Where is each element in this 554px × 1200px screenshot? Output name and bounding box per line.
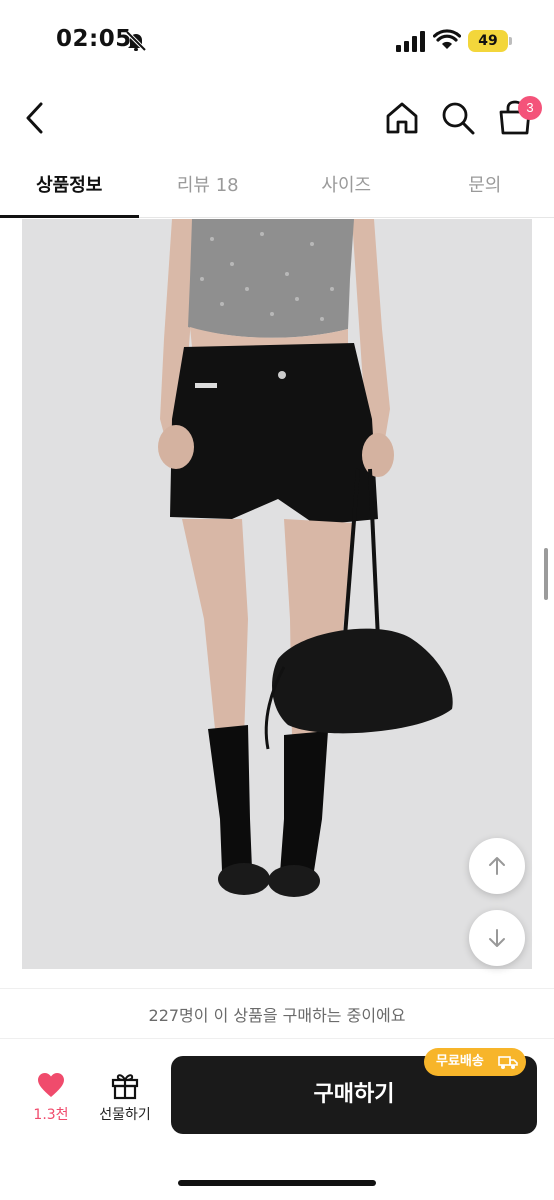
heart-icon bbox=[38, 1073, 64, 1097]
scrollbar[interactable] bbox=[544, 548, 548, 600]
product-photo-image bbox=[22, 219, 532, 969]
product-photo bbox=[22, 219, 532, 969]
truck-icon bbox=[498, 1056, 518, 1069]
home-button[interactable] bbox=[382, 98, 422, 138]
scroll-up-button[interactable] bbox=[469, 838, 525, 894]
cart-count-badge: 3 bbox=[518, 96, 542, 120]
bell-muted-icon bbox=[125, 30, 147, 52]
like-count: 1.3천 bbox=[33, 1107, 69, 1123]
arrow-down-icon bbox=[489, 929, 505, 947]
tab-reviews[interactable]: 리뷰 18 bbox=[139, 160, 278, 217]
back-button[interactable] bbox=[16, 98, 52, 138]
home-icon bbox=[386, 102, 418, 134]
search-icon bbox=[442, 102, 475, 135]
cellular-signal-icon bbox=[396, 31, 425, 52]
gift-button[interactable]: 선물하기 bbox=[90, 1068, 160, 1128]
scroll-down-button[interactable] bbox=[469, 910, 525, 966]
arrow-up-icon bbox=[489, 857, 505, 875]
battery-level: 49 bbox=[478, 33, 498, 49]
free-shipping-badge: 무료배송 bbox=[424, 1048, 526, 1076]
home-indicator bbox=[178, 1180, 376, 1186]
product-tabs: 상품정보 리뷰 18 사이즈 문의 bbox=[0, 160, 554, 218]
divider bbox=[0, 988, 554, 989]
divider bbox=[0, 1038, 554, 1039]
wifi-icon bbox=[433, 29, 461, 49]
gift-label: 선물하기 bbox=[99, 1107, 151, 1123]
top-navigation bbox=[0, 80, 554, 160]
chevron-left-icon bbox=[26, 102, 43, 134]
tab-inquiry[interactable]: 문의 bbox=[416, 160, 554, 217]
search-button[interactable] bbox=[438, 98, 478, 138]
tab-size[interactable]: 사이즈 bbox=[277, 160, 416, 217]
gift-icon bbox=[111, 1074, 139, 1100]
free-shipping-label: 무료배송 bbox=[436, 1054, 484, 1069]
status-bar: 02:05 49 bbox=[0, 0, 554, 80]
status-time: 02:05 bbox=[56, 26, 132, 52]
tab-product-info[interactable]: 상품정보 bbox=[0, 160, 139, 218]
battery-icon: 49 bbox=[468, 30, 512, 52]
like-button[interactable]: 1.3천 bbox=[20, 1068, 82, 1128]
buyers-count-text: 227명이 이 상품을 구매하는 중이에요 bbox=[148, 1006, 406, 1025]
